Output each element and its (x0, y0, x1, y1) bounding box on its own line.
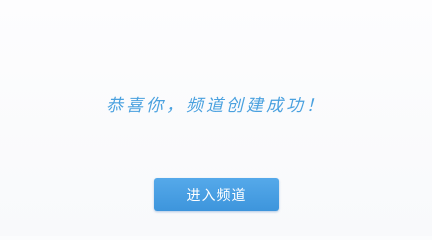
success-message: 恭喜你，频道创建成功！ (106, 96, 326, 116)
success-page: 恭喜你，频道创建成功！ 进入频道 (0, 0, 432, 236)
enter-channel-button[interactable]: 进入频道 (154, 178, 279, 211)
